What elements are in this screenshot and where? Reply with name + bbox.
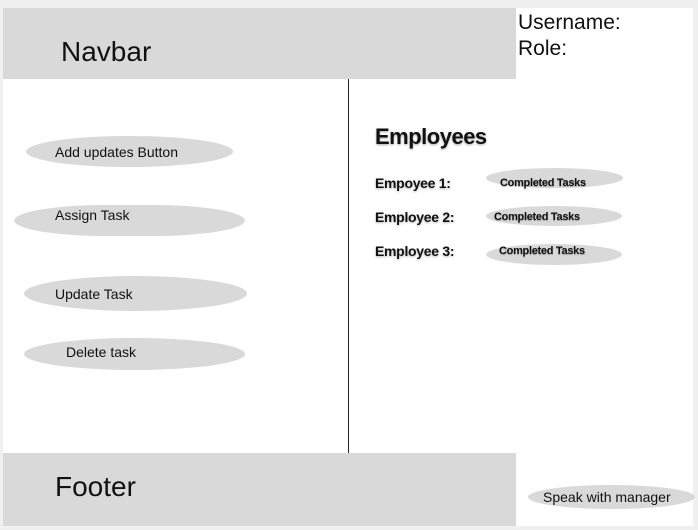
assign-task-button-label: Assign Task [55, 207, 130, 223]
update-task-button-label: Update Task [55, 286, 133, 302]
delete-task-button[interactable]: Delete task [24, 338, 245, 370]
add-updates-button[interactable]: Add updates Button [26, 136, 233, 167]
role-label: Role: [518, 37, 568, 60]
navbar-label: Navbar [61, 36, 152, 67]
employee-3-status: Completed Tasks [486, 244, 622, 265]
update-task-button[interactable]: Update Task [24, 276, 247, 311]
footer-label: Footer [55, 471, 136, 502]
assign-task-button[interactable]: Assign Task [14, 205, 245, 236]
speak-with-manager-button-label: Speak with manager [543, 489, 671, 505]
employee-2-label: Employee 2: [375, 209, 455, 225]
employee-3-status-label: Completed Tasks [499, 245, 585, 257]
navbar: Navbar [3, 8, 516, 79]
employee-1-status-label: Completed Tasks [500, 177, 586, 189]
user-info: Username: Role: [518, 10, 621, 62]
username-label: Username: [518, 11, 621, 34]
employee-2-status-label: Completed Tasks [494, 211, 580, 223]
speak-with-manager-button[interactable]: Speak with manager [528, 485, 695, 509]
delete-task-button-label: Delete task [66, 344, 137, 360]
employee-2-status: Completed Tasks [486, 206, 622, 226]
add-updates-button-label: Add updates Button [55, 144, 178, 160]
footer: Footer [3, 453, 516, 526]
employee-1-status: Completed Tasks [486, 168, 623, 189]
employee-1-label: Empoyee 1: [375, 175, 451, 191]
column-divider [348, 79, 349, 453]
employees-title: Employees [375, 124, 487, 149]
employee-3-label: Employee 3: [375, 243, 455, 259]
